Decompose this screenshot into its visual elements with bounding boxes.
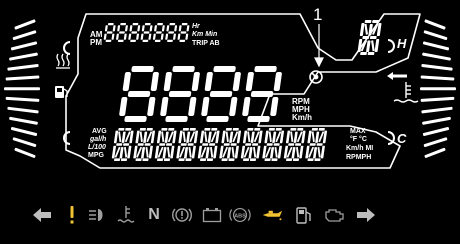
hot-label: H: [397, 36, 407, 51]
hr-label: Hr: [192, 23, 200, 30]
right-bar-7: [420, 87, 456, 91]
coolant-temperature-icon: [115, 204, 137, 226]
pm-label: PM: [90, 38, 102, 47]
left-bar-7: [4, 87, 40, 91]
high-beam-icon: [87, 204, 109, 226]
battery-icon: [201, 204, 223, 226]
kmh-mi-label: Km/h MI: [346, 145, 374, 152]
avg-label: AVG: [92, 128, 107, 135]
rpmph-label: RPMPH: [346, 154, 372, 161]
check-engine-icon: [323, 204, 345, 226]
galh-label: gal/h: [90, 136, 107, 143]
temp-units-label: °F °C: [350, 136, 367, 143]
warning-exclamation-icon: [61, 204, 83, 226]
brake-warning-icon: [171, 204, 193, 226]
left-turn-arrow-icon: [31, 204, 53, 226]
trip-ab-label: TRIP AB: [192, 40, 220, 47]
neutral-indicator: N: [143, 204, 165, 226]
neutral-label: N: [148, 206, 160, 223]
abs-icon: ABS(ABS): [229, 204, 251, 226]
right-turn-arrow-icon: [355, 204, 377, 226]
l100-label: L/100: [88, 144, 106, 151]
mpg-label: MPG: [88, 152, 104, 159]
max-label: MAX: [350, 128, 366, 135]
cold-label: C: [397, 131, 407, 146]
svg-text:ABS: ABS: [234, 213, 246, 219]
instrument-cluster-diagram: 1 AM PM Hr Km Min TRIP AB RPM MPH Km/h A…: [0, 0, 460, 244]
callout-number: 1: [313, 5, 323, 24]
oil-pressure-icon: [261, 204, 283, 226]
km-min-label: Km Min: [192, 31, 218, 38]
fuel-pump-icon: [293, 204, 315, 226]
kmh-label: Km/h: [292, 113, 312, 122]
